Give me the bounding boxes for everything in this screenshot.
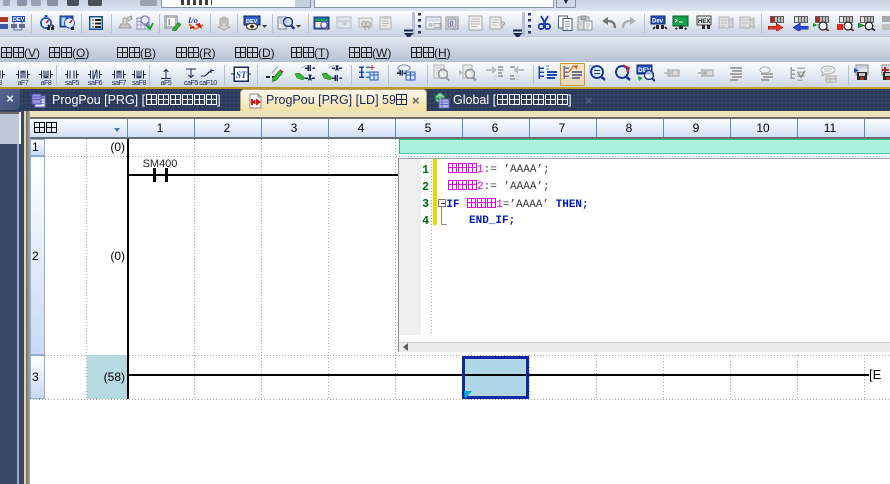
svg-text:0: 0	[450, 21, 454, 28]
svg-text:DEV: DEV	[13, 17, 25, 23]
svg-text:Dev: Dev	[652, 19, 664, 25]
svg-text:ST: ST	[236, 70, 247, 80]
svg-text:?: ?	[500, 20, 506, 30]
svg-text:I/o: I/o	[187, 15, 198, 25]
svg-text:HEX: HEX	[698, 19, 710, 25]
svg-text:I: I	[168, 18, 170, 27]
